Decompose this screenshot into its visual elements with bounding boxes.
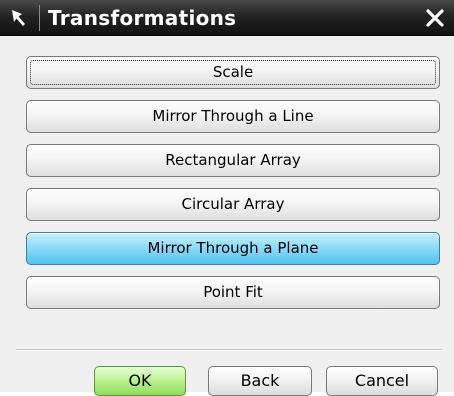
scale-button[interactable]: Scale (26, 56, 440, 89)
window-title: Transformations (48, 6, 237, 30)
mirror-through-line-button[interactable]: Mirror Through a Line (26, 100, 440, 133)
mirror-through-plane-button[interactable]: Mirror Through a Plane (26, 232, 440, 265)
circular-array-button[interactable]: Circular Array (26, 188, 440, 221)
footer-divider (16, 349, 442, 351)
close-icon (426, 9, 444, 27)
transformation-options: Scale Mirror Through a Line Rectangular … (26, 56, 440, 320)
title-separator (39, 5, 40, 31)
point-fit-button[interactable]: Point Fit (26, 276, 440, 309)
cursor-arrow-icon (6, 6, 34, 30)
close-button[interactable] (422, 5, 448, 31)
title-bar[interactable]: Transformations (0, 0, 454, 36)
rectangular-array-button[interactable]: Rectangular Array (26, 144, 440, 177)
transformations-dialog: Transformations Scale Mirror Through a L… (0, 0, 454, 396)
